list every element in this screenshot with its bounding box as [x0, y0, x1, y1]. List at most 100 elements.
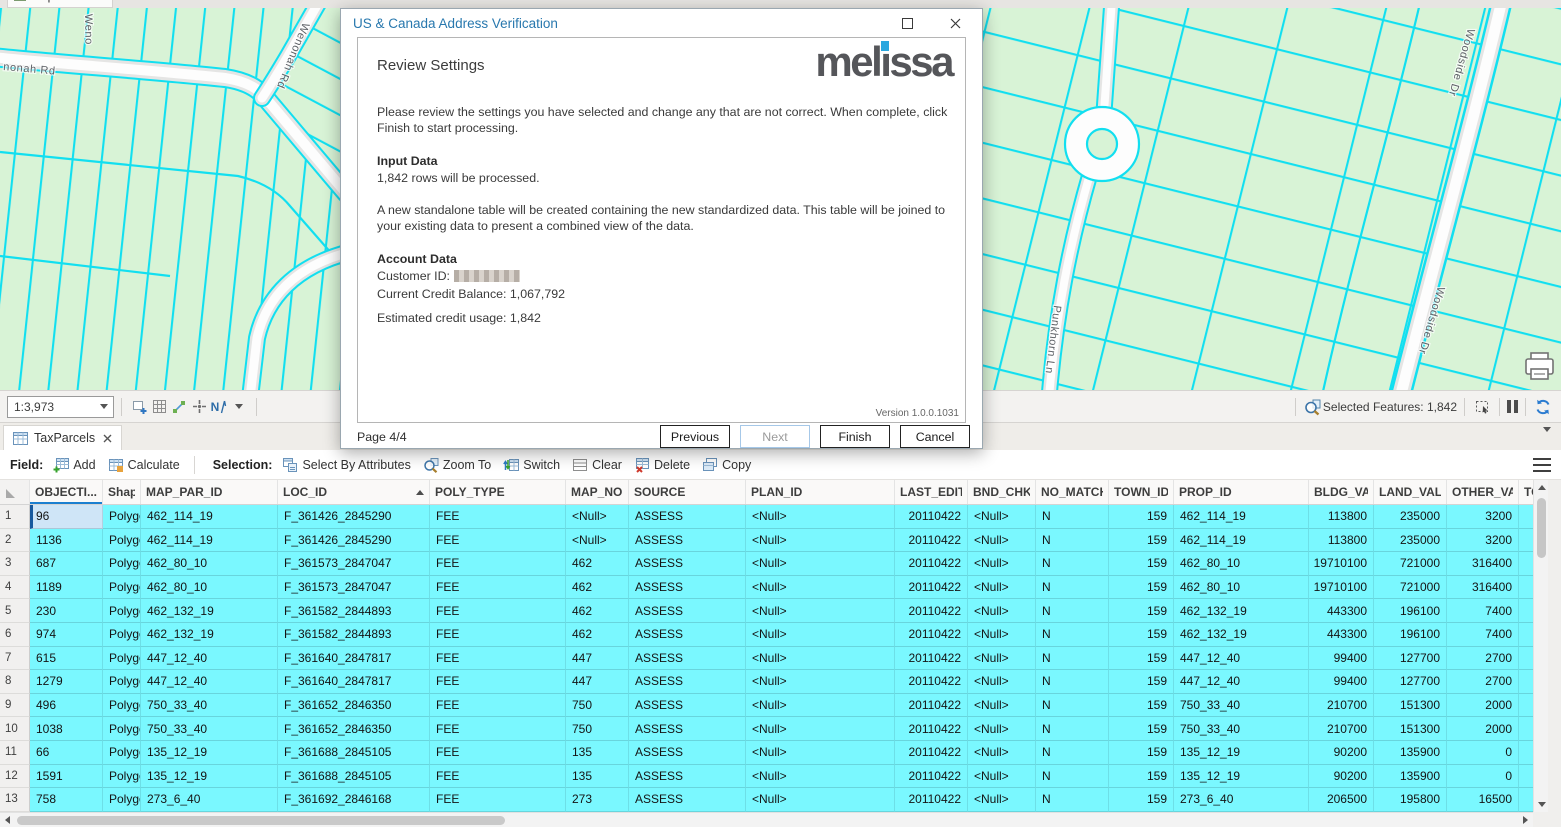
table-row[interactable]: 5230Polygon462_132_19F_361582_2844893FEE… — [0, 599, 1533, 623]
table-cell[interactable]: 462_132_19 — [141, 599, 278, 623]
table-cell[interactable]: F_361582_2844893 — [278, 599, 430, 623]
table-cell[interactable]: FEE — [430, 670, 566, 694]
table-cell[interactable]: 3200 — [1447, 505, 1519, 529]
table-cell[interactable]: 462_80_10 — [141, 552, 278, 576]
table-row[interactable]: 121591Polygon135_12_19F_361688_2845105FE… — [0, 765, 1533, 789]
table-row[interactable]: 6974Polygon462_132_19F_361582_2844893FEE… — [0, 623, 1533, 647]
table-cell[interactable]: N — [1036, 741, 1109, 765]
table-cell[interactable]: F_361688_2845105 — [278, 741, 430, 765]
table-cell[interactable]: 1189 — [30, 576, 103, 600]
table-cell[interactable]: FEE — [430, 647, 566, 671]
table-cell[interactable]: 20110422 — [895, 694, 968, 718]
table-cell[interactable]: <Null> — [746, 623, 895, 647]
table-cell[interactable]: 462_114_19 — [141, 505, 278, 529]
table-cell[interactable]: <Null> — [746, 670, 895, 694]
table-cell[interactable]: <Null> — [746, 694, 895, 718]
north-arrow-icon[interactable]: N — [209, 397, 229, 417]
table-cell[interactable]: 99400 — [1309, 670, 1374, 694]
add-field-button[interactable]: Add — [53, 457, 95, 473]
table-cell[interactable]: 1279 — [30, 670, 103, 694]
table-cell[interactable]: 151300 — [1374, 717, 1447, 741]
select-all-corner[interactable] — [0, 480, 30, 504]
table-cell[interactable]: 113800 — [1309, 529, 1374, 553]
table-cell[interactable]: 750_33_40 — [1174, 694, 1309, 718]
table-cell[interactable]: 16500 — [1447, 788, 1519, 812]
table-cell[interactable]: <Null> — [968, 717, 1036, 741]
table-cell[interactable] — [1519, 505, 1533, 529]
table-cell[interactable]: 462 — [566, 552, 629, 576]
table-cell[interactable]: 443300 — [1309, 623, 1374, 647]
table-cell[interactable]: 90200 — [1309, 765, 1374, 789]
table-cell[interactable] — [1519, 576, 1533, 600]
table-cell[interactable]: 462 — [566, 599, 629, 623]
row-number[interactable]: 11 — [0, 741, 30, 765]
table-cell[interactable]: <Null> — [746, 505, 895, 529]
table-cell[interactable]: <Null> — [968, 694, 1036, 718]
table-cell[interactable]: F_361573_2847047 — [278, 552, 430, 576]
table-cell[interactable]: 159 — [1109, 576, 1174, 600]
next-button[interactable]: Next — [740, 425, 810, 448]
table-cell[interactable]: FEE — [430, 717, 566, 741]
table-cell[interactable]: ASSESS — [629, 717, 746, 741]
table-cell[interactable]: <Null> — [746, 576, 895, 600]
table-cell[interactable]: F_361426_2845290 — [278, 505, 430, 529]
horizontal-scrollbar[interactable] — [0, 812, 1533, 827]
table-cell[interactable]: 20110422 — [895, 599, 968, 623]
table-cell[interactable]: 195800 — [1374, 788, 1447, 812]
table-cell[interactable]: 2700 — [1447, 670, 1519, 694]
column-header-13[interactable]: BLDG_VAL — [1309, 480, 1374, 504]
table-row[interactable]: 81279Polygon447_12_40F_361640_2847817FEE… — [0, 670, 1533, 694]
table-cell[interactable]: 750 — [566, 694, 629, 718]
table-cell[interactable]: 159 — [1109, 717, 1174, 741]
table-cell[interactable]: 151300 — [1374, 694, 1447, 718]
table-cell[interactable]: <Null> — [968, 576, 1036, 600]
table-cell[interactable]: 210700 — [1309, 694, 1374, 718]
table-cell[interactable]: 462_80_10 — [1174, 576, 1309, 600]
grid-icon[interactable] — [149, 397, 169, 417]
table-cell[interactable]: <Null> — [566, 505, 629, 529]
table-cell[interactable]: FEE — [430, 576, 566, 600]
table-cell[interactable]: F_361426_2845290 — [278, 529, 430, 553]
refresh-icon[interactable] — [1533, 397, 1553, 417]
table-cell[interactable]: ASSESS — [629, 623, 746, 647]
table-cell[interactable]: 159 — [1109, 623, 1174, 647]
cancel-button[interactable]: Cancel — [900, 425, 970, 448]
table-cell[interactable]: 462 — [566, 623, 629, 647]
copy-rows-button[interactable]: Copy — [702, 457, 751, 473]
column-header-10[interactable]: NO_MATCH — [1036, 480, 1109, 504]
table-cell[interactable]: 1038 — [30, 717, 103, 741]
table-cell[interactable]: Polygon — [103, 694, 141, 718]
table-cell[interactable]: Polygon — [103, 599, 141, 623]
table-cell[interactable]: 462_132_19 — [1174, 623, 1309, 647]
table-cell[interactable]: N — [1036, 717, 1109, 741]
table-cell[interactable]: 196100 — [1374, 623, 1447, 647]
table-cell[interactable]: FEE — [430, 765, 566, 789]
row-number[interactable]: 6 — [0, 623, 30, 647]
table-row[interactable]: 9496Polygon750_33_40F_361652_2846350FEE7… — [0, 694, 1533, 718]
measure-icon[interactable] — [169, 397, 189, 417]
map-scale-combo[interactable]: 1:3,973 — [7, 396, 114, 418]
table-cell[interactable]: 758 — [30, 788, 103, 812]
table-cell[interactable]: <Null> — [968, 505, 1036, 529]
table-cell[interactable]: <Null> — [746, 599, 895, 623]
scrollbar-thumb[interactable] — [17, 816, 505, 825]
table-cell[interactable]: 159 — [1109, 599, 1174, 623]
table-cell[interactable]: 2000 — [1447, 694, 1519, 718]
table-cell[interactable]: 127700 — [1374, 647, 1447, 671]
table-row[interactable]: 21136Polygon462_114_19F_361426_2845290FE… — [0, 529, 1533, 553]
table-cell[interactable]: FEE — [430, 741, 566, 765]
row-number[interactable]: 13 — [0, 788, 30, 812]
table-cell[interactable]: <Null> — [968, 529, 1036, 553]
table-cell[interactable]: <Null> — [566, 529, 629, 553]
table-cell[interactable]: Polygon — [103, 623, 141, 647]
row-number[interactable]: 2 — [0, 529, 30, 553]
table-cell[interactable]: 20110422 — [895, 505, 968, 529]
table-cell[interactable]: <Null> — [746, 788, 895, 812]
table-row[interactable]: 101038Polygon750_33_40F_361652_2846350FE… — [0, 717, 1533, 741]
table-cell[interactable]: 447_12_40 — [141, 647, 278, 671]
table-cell[interactable] — [1519, 552, 1533, 576]
table-cell[interactable]: <Null> — [746, 529, 895, 553]
table-cell[interactable]: <Null> — [968, 552, 1036, 576]
table-row[interactable]: 196Polygon462_114_19F_361426_2845290FEE<… — [0, 505, 1533, 529]
table-cell[interactable]: Polygon — [103, 717, 141, 741]
